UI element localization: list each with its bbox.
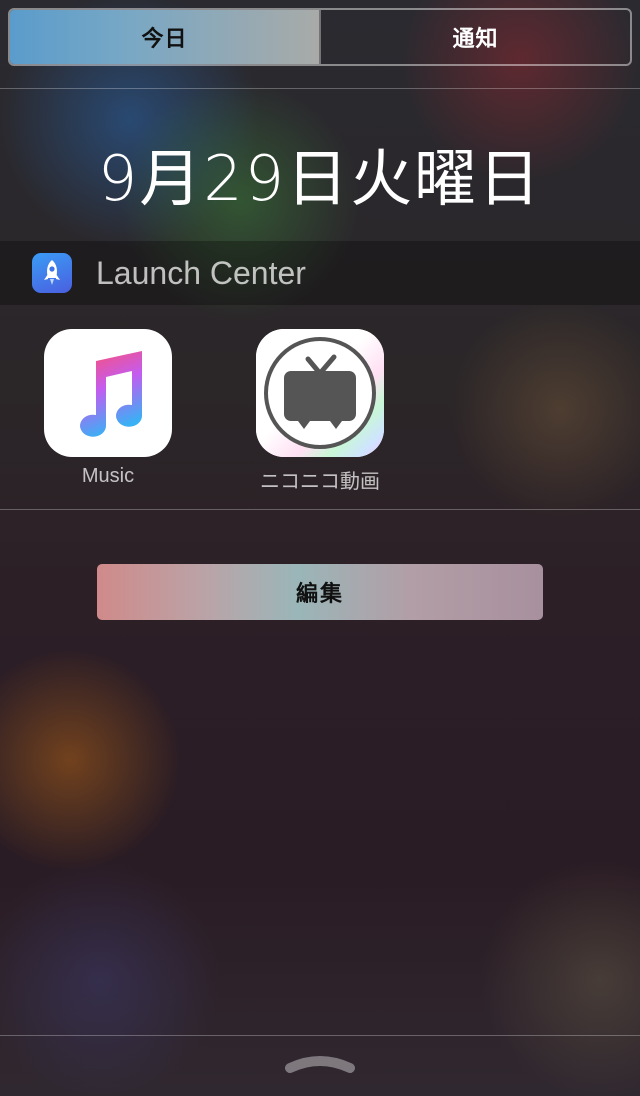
shortcut-niconico[interactable]: ニコニコ動画 [240, 329, 400, 494]
divider-widget-bottom [0, 509, 640, 510]
edit-button[interactable]: 編集 [97, 564, 543, 620]
tv-icon [256, 329, 384, 457]
date-heading: 9月29日火曜日 [97, 142, 543, 215]
rocket-icon [32, 253, 72, 293]
divider-top [0, 88, 640, 89]
widget-header[interactable]: Launch Center [0, 241, 640, 305]
segmented-control: 今日 通知 [8, 8, 632, 66]
tab-notifications[interactable]: 通知 [319, 10, 630, 64]
music-note-icon [44, 329, 172, 457]
divider-bottom [0, 1035, 640, 1036]
tab-notifications-label: 通知 [452, 27, 499, 52]
tab-today[interactable]: 今日 [10, 10, 319, 64]
tab-today-label: 今日 [141, 27, 188, 52]
widget-title: Launch Center [96, 255, 306, 291]
shortcut-music-label: Music [81, 465, 135, 487]
chevron-up-icon[interactable] [282, 1050, 358, 1076]
shortcut-niconico-label: ニコニコ動画 [260, 471, 380, 493]
shortcut-music[interactable]: Music [28, 329, 188, 488]
edit-button-label: 編集 [295, 582, 344, 607]
